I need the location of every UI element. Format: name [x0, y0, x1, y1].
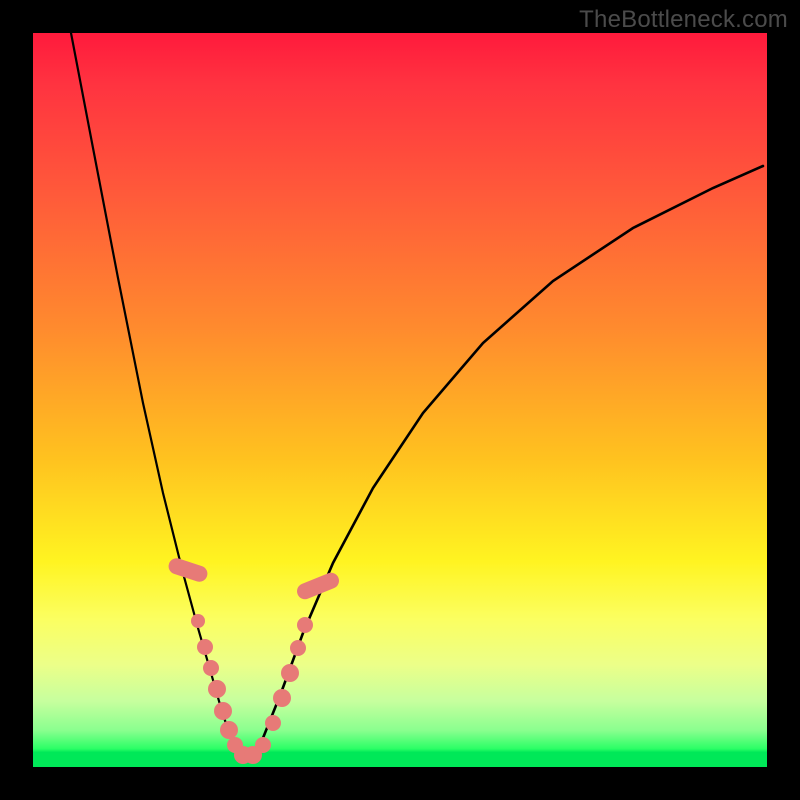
- marker-pill-0: [167, 556, 210, 584]
- marker-dot-5: [214, 702, 232, 720]
- chart-frame: TheBottleneck.com: [0, 0, 800, 800]
- watermark-text: TheBottleneck.com: [579, 6, 788, 34]
- marker-dot-4: [208, 680, 226, 698]
- marker-dot-13: [281, 664, 299, 682]
- plot-area: [33, 33, 767, 767]
- marker-dot-10: [255, 737, 271, 753]
- curves-svg: [33, 33, 767, 767]
- marker-dot-2: [197, 639, 213, 655]
- curve-left-arm: [71, 33, 242, 757]
- marker-dot-6: [220, 721, 238, 739]
- marker-dot-14: [290, 640, 306, 656]
- marker-dot-1: [191, 614, 205, 628]
- marker-dot-3: [203, 660, 219, 676]
- marker-dot-12: [273, 689, 291, 707]
- curve-group: [71, 33, 763, 757]
- curve-right-arm: [251, 166, 763, 757]
- marker-dot-11: [265, 715, 281, 731]
- marker-group: [167, 556, 342, 764]
- marker-dot-15: [297, 617, 313, 633]
